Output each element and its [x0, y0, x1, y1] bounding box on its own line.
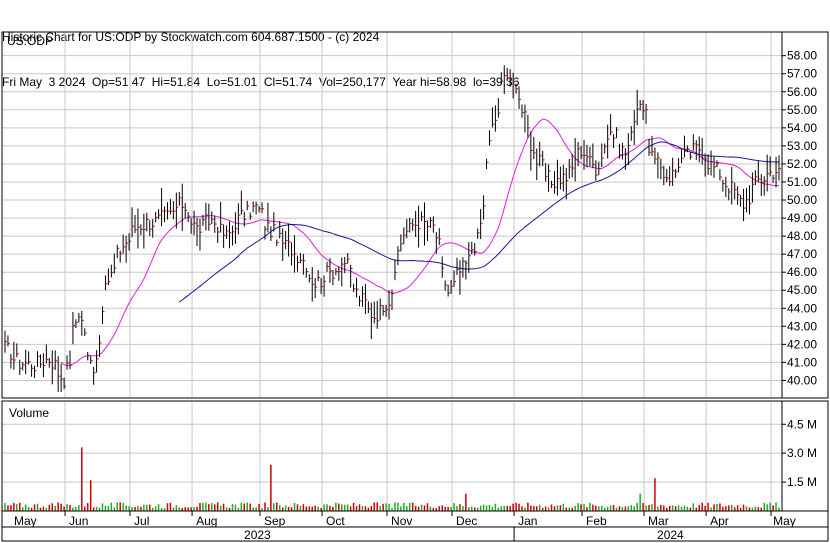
- price-tick-label: 55.00: [787, 103, 817, 117]
- month-label: Nov: [391, 514, 412, 528]
- price-tick-label: 49.00: [787, 211, 817, 225]
- price-tick-label: 48.00: [787, 229, 817, 243]
- date-axis-frame: [1, 510, 829, 542]
- volume-label: Volume: [9, 406, 49, 420]
- price-tick-label: 46.00: [787, 265, 817, 279]
- price-panel-frame: [1, 31, 829, 399]
- month-label: Jul: [134, 514, 149, 528]
- month-label: Jan: [518, 514, 537, 528]
- price-tick-label: 42.00: [787, 337, 817, 351]
- month-label: Apr: [710, 514, 729, 528]
- month-label: Aug: [196, 514, 217, 528]
- price-tick-label: 57.00: [787, 67, 817, 81]
- grid-layer: [2, 32, 782, 511]
- price-tick-label: 56.00: [787, 85, 817, 99]
- month-label: May: [773, 514, 796, 528]
- price-tick-label: 44.00: [787, 301, 817, 315]
- panel-frames: [1, 31, 829, 542]
- volume-bars: [4, 447, 780, 511]
- ma-short-line: [60, 118, 780, 367]
- month-label: Dec: [456, 514, 477, 528]
- volume-tick-label: 4.5 M: [787, 417, 817, 431]
- price-tick-label: 50.00: [787, 193, 817, 207]
- month-label: May: [14, 514, 37, 528]
- price-tick-label: 43.00: [787, 319, 817, 333]
- price-tick-label: 53.00: [787, 139, 817, 153]
- price-tick-label: 51.00: [787, 175, 817, 189]
- price-tick-label: 45.00: [787, 283, 817, 297]
- year-label: 2023: [244, 528, 271, 542]
- moving-averages: [60, 118, 780, 367]
- price-tick-label: 40.00: [787, 373, 817, 387]
- price-bars: [4, 65, 781, 392]
- price-tick-label: 47.00: [787, 247, 817, 261]
- year-label: 2024: [657, 528, 684, 542]
- volume-tick-label: 1.5 M: [787, 475, 817, 489]
- month-label: Jun: [69, 514, 88, 528]
- ma-long-line: [178, 141, 780, 303]
- stock-chart: 40.00 41.00 42.00 43.00 44.00 45.00 46.00 47.00…: [1, 31, 829, 542]
- volume-panel-frame: [1, 400, 829, 512]
- month-label: Sep: [264, 514, 286, 528]
- price-tick-label: 54.00: [787, 121, 817, 135]
- month-label: Oct: [326, 514, 345, 528]
- symbol-label: US:ODP: [7, 34, 53, 48]
- month-label: Mar: [648, 514, 669, 528]
- volume-tick-label: 3.0 M: [787, 446, 817, 460]
- price-tick-label: 52.00: [787, 157, 817, 171]
- month-label: Feb: [586, 514, 607, 528]
- price-tick-label: 58.00: [787, 49, 817, 63]
- price-tick-label: 41.00: [787, 355, 817, 369]
